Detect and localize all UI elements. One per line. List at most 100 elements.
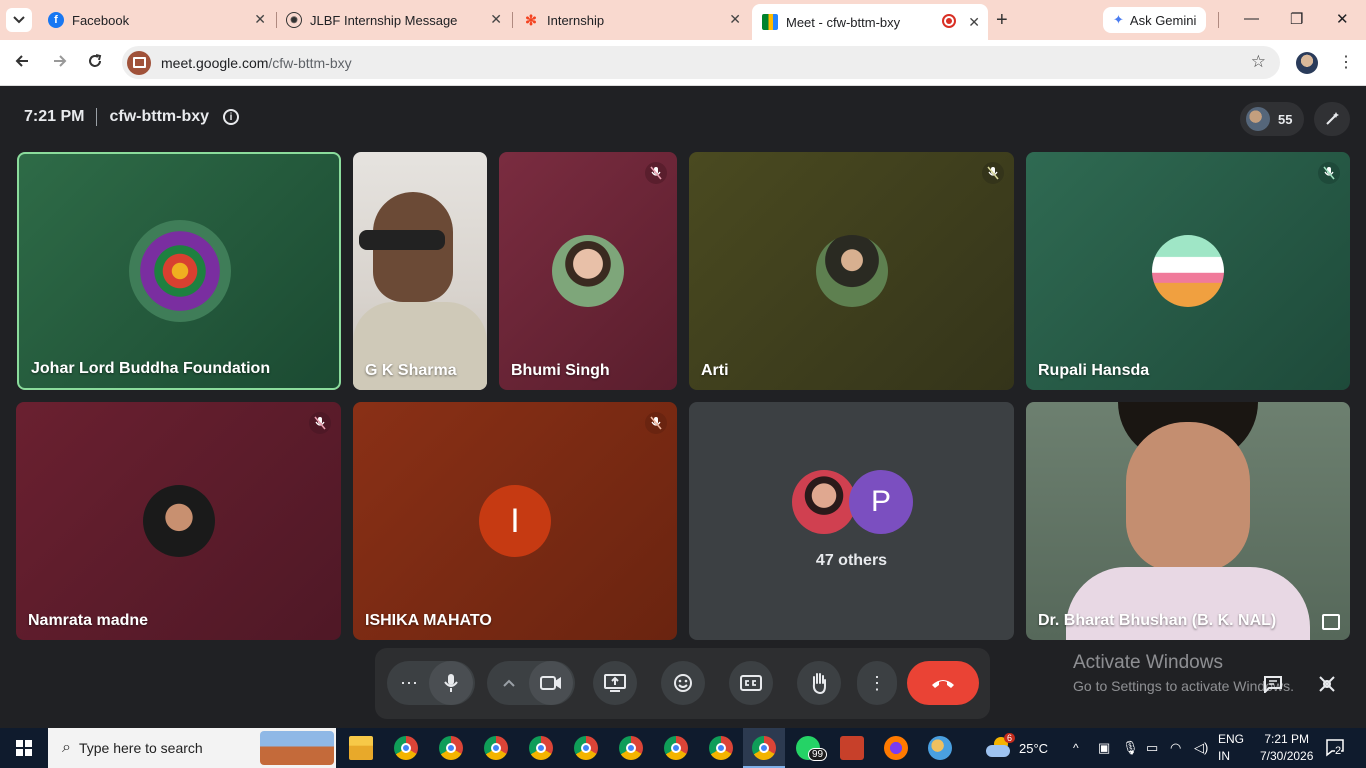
tab-internship[interactable]: ✻ Internship ✕: [513, 6, 749, 34]
participant-avatar: [552, 235, 624, 307]
chrome-icon[interactable]: [574, 736, 598, 760]
site-info-icon[interactable]: [127, 50, 151, 75]
participant-tile-ishika[interactable]: I ISHIKA MAHATO: [353, 402, 677, 640]
chat-icon: [1264, 676, 1282, 693]
participant-count: 55: [1278, 111, 1293, 127]
others-count: 47 others: [815, 552, 888, 569]
reload-button[interactable]: [87, 53, 103, 74]
participant-tile-bhumi[interactable]: Bhumi Singh: [499, 152, 677, 390]
weather-icon[interactable]: 6: [986, 733, 1016, 757]
present-screen-button[interactable]: [593, 661, 637, 705]
video-options-button[interactable]: [487, 661, 531, 705]
battery-icon[interactable]: ▭: [1146, 728, 1158, 768]
taskbar-search-box[interactable]: ⌕ Type here to search: [48, 728, 336, 768]
video-camera-icon: [540, 676, 561, 690]
tab-strip: f Facebook ✕ ✺ JLBF Internship Message ✕…: [0, 0, 1366, 40]
meeting-header: 7:21 PM cfw-bttm-bxy i: [24, 108, 240, 126]
participant-tile-namrata[interactable]: Namrata madne: [16, 402, 341, 640]
windows-start-icon[interactable]: [16, 740, 32, 756]
participant-name: Johar Lord Buddha Foundation: [31, 360, 271, 377]
microphone-button[interactable]: [429, 661, 473, 705]
wifi-icon[interactable]: ◠: [1170, 728, 1181, 768]
participant-tile-arti[interactable]: Arti: [689, 152, 1014, 390]
lang-region: IN: [1218, 749, 1230, 763]
close-icon[interactable]: ✕: [254, 11, 266, 28]
participant-tile-rupali[interactable]: Rupali Hansda: [1026, 152, 1350, 390]
weather-badge: 6: [1004, 733, 1016, 743]
bookmark-star-icon[interactable]: ☆: [1251, 52, 1266, 72]
present-screen-icon: [604, 674, 626, 692]
end-call-button[interactable]: [907, 661, 979, 705]
minimize-button[interactable]: —: [1244, 10, 1259, 27]
chrome-icon[interactable]: [394, 736, 418, 760]
notification-count: 2: [1335, 745, 1342, 757]
participant-avatar: [1152, 235, 1224, 307]
chrome-icon[interactable]: [484, 736, 508, 760]
file-explorer-icon[interactable]: [349, 736, 373, 760]
tab-title: Facebook: [72, 12, 130, 28]
temperature[interactable]: 25°C: [1019, 728, 1048, 768]
chrome-icon[interactable]: [664, 736, 688, 760]
tab-meet[interactable]: Meet - cfw-bttm-bxy ✕: [752, 4, 988, 40]
close-icon[interactable]: ✕: [490, 11, 502, 28]
tab-facebook[interactable]: f Facebook ✕: [38, 6, 274, 34]
participant-avatars: [1246, 107, 1270, 131]
meet-tray-icon[interactable]: ▣: [1098, 728, 1110, 768]
chrome-icon[interactable]: [529, 736, 553, 760]
firefox-icon[interactable]: [884, 736, 908, 760]
office-app-icon[interactable]: [840, 736, 864, 760]
show-hidden-icons-chevron-icon[interactable]: ^: [1073, 728, 1079, 768]
volume-icon[interactable]: ◁): [1194, 728, 1208, 768]
captions-button[interactable]: [729, 661, 773, 705]
microphone-tray-icon[interactable]: 🎙: [1122, 728, 1139, 768]
reactions-button[interactable]: [661, 661, 705, 705]
back-button[interactable]: [14, 53, 30, 74]
activities-button[interactable]: [1308, 666, 1346, 702]
camera-button[interactable]: [529, 661, 573, 705]
profile-avatar[interactable]: [1296, 52, 1318, 74]
more-options-button[interactable]: ⋮: [857, 661, 897, 705]
tab-search-button[interactable]: [6, 8, 32, 32]
participant-name: Dr. Bharat Bhushan (B. K. NAL): [1038, 612, 1277, 629]
raise-hand-button[interactable]: [797, 661, 841, 705]
audio-options-button[interactable]: ⋯: [387, 661, 431, 705]
foundation-logo: [140, 231, 220, 311]
taskbar-clock[interactable]: 7:21 PM 7/30/2026: [1260, 731, 1313, 765]
close-icon[interactable]: ✕: [729, 11, 741, 28]
close-icon[interactable]: ✕: [968, 14, 980, 31]
participants-button[interactable]: 55: [1240, 102, 1304, 136]
clock-date: 7/30/2026: [1260, 749, 1314, 763]
chrome-icon[interactable]: [619, 736, 643, 760]
pip-icon[interactable]: [1322, 614, 1340, 630]
mic-icon: [444, 674, 458, 692]
mic-off-icon: [650, 166, 662, 180]
others-tile[interactable]: P 47 others: [689, 402, 1014, 640]
restore-button[interactable]: ❐: [1290, 10, 1303, 28]
notifications-button[interactable]: 2: [1325, 737, 1345, 757]
meeting-info-icon[interactable]: i: [223, 109, 240, 125]
language-indicator[interactable]: ENG IN: [1218, 731, 1244, 765]
chrome-icon[interactable]: [709, 736, 733, 760]
chrome-icon-active[interactable]: [752, 736, 776, 760]
paint-icon[interactable]: [928, 736, 952, 760]
address-bar[interactable]: meet.google.com/cfw-bttm-bxy ☆: [122, 46, 1280, 79]
browser-menu-icon[interactable]: ⋮: [1338, 52, 1354, 72]
ask-gemini-button[interactable]: ✦ Ask Gemini: [1103, 7, 1207, 33]
chat-button[interactable]: [1254, 666, 1292, 702]
window-close-button[interactable]: ✕: [1336, 10, 1349, 28]
mic-off-icon: [314, 416, 326, 430]
host-controls-button[interactable]: [1314, 102, 1350, 136]
new-tab-button[interactable]: +: [996, 9, 1008, 32]
windows-taskbar: ⌕ Type here to search 99 6 25°C ^ ▣ 🎙 ▭ …: [0, 728, 1366, 768]
chrome-icon[interactable]: [439, 736, 463, 760]
participant-tile-gk-sharma[interactable]: G K Sharma: [353, 152, 487, 390]
participant-name: G K Sharma: [365, 362, 457, 379]
participant-initial-avatar: P: [849, 470, 913, 534]
more-vertical-icon: ⋮: [868, 672, 886, 693]
tab-jlbf-message[interactable]: ✺ JLBF Internship Message ✕: [276, 6, 510, 34]
participant-tile-johar[interactable]: Johar Lord Buddha Foundation: [17, 152, 341, 390]
whatsapp-icon[interactable]: 99: [796, 736, 828, 761]
participant-tile-bharat[interactable]: Dr. Bharat Bhushan (B. K. NAL): [1026, 402, 1350, 640]
meeting-code: cfw-bttm-bxy: [109, 108, 210, 125]
forward-button[interactable]: [52, 53, 68, 74]
